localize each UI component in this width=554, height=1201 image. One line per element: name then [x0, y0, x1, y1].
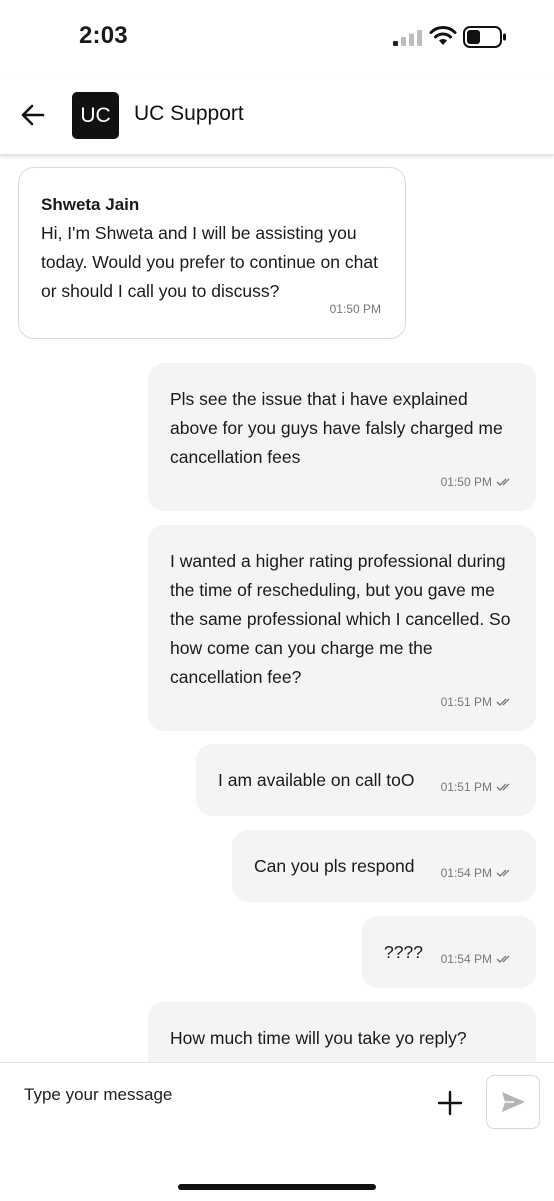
- back-arrow-icon[interactable]: [20, 102, 46, 128]
- chat-header: UC UC Support: [0, 78, 554, 155]
- message-text: I wanted a higher rating professional du…: [170, 551, 511, 687]
- outgoing-message: I wanted a higher rating professional du…: [148, 525, 536, 731]
- outgoing-message: Pls see the issue that i have explained …: [148, 363, 536, 511]
- message-sender: Shweta Jain: [41, 195, 140, 214]
- message-text: How much time will you take yo reply?: [170, 1028, 467, 1048]
- message-input[interactable]: [24, 1083, 404, 1107]
- message-time: 01:50 PM: [329, 302, 381, 316]
- double-check-icon: [496, 698, 510, 706]
- message-composer: [0, 1062, 554, 1201]
- double-check-icon: [496, 955, 510, 963]
- outgoing-message: I am available on call toO 01:51 PM: [196, 744, 536, 816]
- chat-title: UC Support: [134, 102, 244, 125]
- message-text: Hi, I'm Shweta and I will be assisting y…: [41, 223, 378, 301]
- double-check-icon: [496, 869, 510, 877]
- wifi-icon: [429, 26, 457, 45]
- message-time: 01:54 PM: [441, 866, 512, 880]
- status-bar: 2:03: [0, 0, 554, 78]
- double-check-icon: [496, 783, 510, 791]
- send-icon: [502, 1092, 525, 1112]
- incoming-message: Shweta Jain Hi, I'm Shweta and I will be…: [18, 167, 406, 339]
- support-avatar: UC: [72, 92, 119, 139]
- message-text: Pls see the issue that i have explained …: [170, 389, 503, 467]
- message-time: 01:50 PM: [441, 475, 512, 489]
- message-list[interactable]: Shweta Jain Hi, I'm Shweta and I will be…: [0, 154, 554, 1062]
- message-time: 01:51 PM: [441, 780, 512, 794]
- send-button[interactable]: [486, 1075, 540, 1129]
- status-time: 2:03: [79, 22, 128, 49]
- outgoing-message: Can you pls respond 01:54 PM: [232, 830, 536, 902]
- plus-icon[interactable]: [436, 1089, 464, 1117]
- double-check-icon: [496, 478, 510, 486]
- home-indicator: [178, 1184, 376, 1190]
- battery-icon: [463, 26, 506, 48]
- outgoing-message: How much time will you take yo reply?: [148, 1002, 536, 1062]
- message-time: 01:54 PM: [441, 952, 512, 966]
- message-time: 01:51 PM: [441, 695, 512, 709]
- cellular-signal-icon: [393, 30, 422, 46]
- outgoing-message: ???? 01:54 PM: [362, 916, 536, 988]
